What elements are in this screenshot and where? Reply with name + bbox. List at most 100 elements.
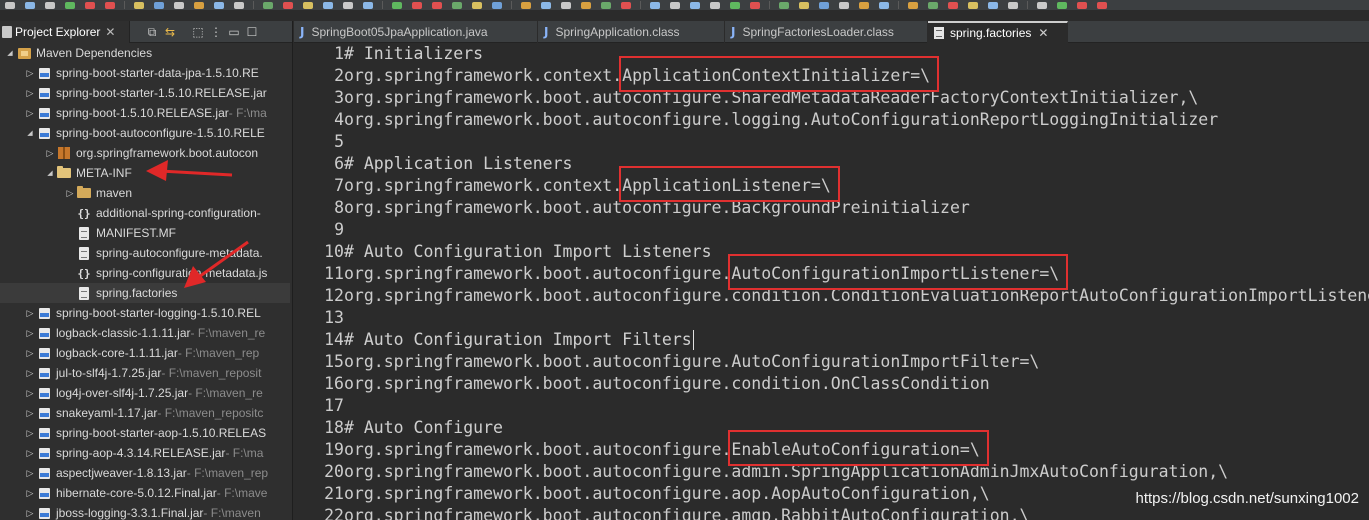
toolbar-button[interactable] — [814, 0, 834, 10]
maximize-icon[interactable]: ☐ — [243, 21, 261, 43]
toolbar-button[interactable] — [685, 0, 705, 10]
toolbar-button[interactable] — [358, 0, 378, 10]
collapsed-twisty-icon[interactable]: ▷ — [24, 463, 36, 483]
tree-item[interactable]: {} additional-spring-configuration- — [0, 203, 290, 223]
toolbar-button[interactable] — [1092, 0, 1112, 10]
code-line[interactable]: 16org.springframework.boot.autoconfigure… — [294, 373, 990, 395]
toolbar-button[interactable] — [874, 0, 894, 10]
collapse-all-icon[interactable]: ⧉ — [143, 21, 161, 43]
tree-item[interactable]: ◢ Maven Dependencies — [0, 43, 290, 63]
toolbar-button[interactable] — [189, 0, 209, 10]
code-line[interactable]: 4org.springframework.boot.autoconfigure.… — [294, 109, 1218, 131]
tree-item[interactable]: ▷ spring-boot-starter-logging-1.5.10.REL — [0, 303, 290, 323]
tree-item[interactable]: MANIFEST.MF — [0, 223, 290, 243]
code-line[interactable]: 17 — [294, 395, 344, 417]
tree-item[interactable]: ▷ maven — [0, 183, 290, 203]
tree-item[interactable]: {} spring-configuration-metadata.js — [0, 263, 290, 283]
tree-item[interactable]: ▷ jboss-logging-3.3.1.Final.jar - F:\mave… — [0, 503, 290, 520]
toolbar-button[interactable] — [338, 0, 358, 10]
code-line[interactable]: 5 — [294, 131, 344, 153]
toolbar-button[interactable] — [318, 0, 338, 10]
tree-item[interactable]: ▷ hibernate-core-5.0.12.Final.jar - F:\ma… — [0, 483, 290, 503]
close-icon[interactable]: ✕ — [1038, 26, 1048, 40]
toolbar-button[interactable] — [923, 0, 943, 10]
tree-item[interactable]: ◢ META-INF — [0, 163, 290, 183]
tree-item[interactable]: ◢ spring-boot-autoconfigure-1.5.10.RELE — [0, 123, 290, 143]
minimize-icon[interactable]: ▭ — [225, 21, 243, 43]
expanded-twisty-icon[interactable]: ◢ — [4, 43, 16, 63]
link-with-editor-icon[interactable]: ⇆ — [161, 21, 179, 43]
collapsed-twisty-icon[interactable]: ▷ — [24, 63, 36, 83]
editor-tab[interactable]: J SpringBoot05JpaApplication.java — [294, 21, 538, 43]
toolbar-button[interactable] — [80, 0, 100, 10]
collapsed-twisty-icon[interactable]: ▷ — [24, 383, 36, 403]
toolbar-button[interactable] — [149, 0, 169, 10]
code-line[interactable]: 18# Auto Configure — [294, 417, 503, 439]
toolbar-button[interactable] — [20, 0, 40, 10]
expanded-twisty-icon[interactable]: ◢ — [44, 163, 56, 183]
tree-item[interactable]: ▷ spring-aop-4.3.14.RELEASE.jar - F:\ma — [0, 443, 290, 463]
toolbar-button[interactable] — [665, 0, 685, 10]
tree-item[interactable]: ▷ spring-boot-starter-data-jpa-1.5.10.RE — [0, 63, 290, 83]
toolbar-button[interactable] — [387, 0, 407, 10]
toolbar-button[interactable] — [903, 0, 923, 10]
toolbar-button[interactable] — [774, 0, 794, 10]
tree-item[interactable]: spring.factories — [0, 283, 290, 303]
collapsed-twisty-icon[interactable]: ▷ — [24, 503, 36, 520]
toolbar-button[interactable] — [447, 0, 467, 10]
toolbar-button[interactable] — [983, 0, 1003, 10]
project-explorer-tab[interactable]: Project Explorer ✕ — [0, 21, 130, 43]
code-editor[interactable]: 1# Initializers 2org.springframework.cont… — [294, 43, 1369, 520]
collapsed-twisty-icon[interactable]: ▷ — [24, 363, 36, 383]
code-line[interactable]: 13 — [294, 307, 344, 329]
tree-item[interactable]: ▷ logback-core-1.1.11.jar - F:\maven_rep — [0, 343, 290, 363]
tree-item[interactable]: ▷ jul-to-slf4j-1.7.25.jar - F:\maven_repo… — [0, 363, 290, 383]
tree-item[interactable]: ▷ log4j-over-slf4j-1.7.25.jar - F:\maven_… — [0, 383, 290, 403]
toolbar-button[interactable] — [0, 0, 20, 10]
code-line[interactable]: 10# Auto Configuration Import Listeners — [294, 241, 711, 263]
toolbar-button[interactable] — [536, 0, 556, 10]
close-icon[interactable]: ✕ — [105, 25, 115, 39]
collapsed-twisty-icon[interactable]: ▷ — [24, 83, 36, 103]
toolbar-button[interactable] — [516, 0, 536, 10]
code-line[interactable]: 21org.springframework.boot.autoconfigure… — [294, 483, 990, 505]
collapsed-twisty-icon[interactable]: ▷ — [44, 143, 56, 163]
tree-item[interactable]: ▷ org.springframework.boot.autocon — [0, 143, 290, 163]
toolbar-button[interactable] — [100, 0, 120, 10]
toolbar-button[interactable] — [794, 0, 814, 10]
toolbar-button[interactable] — [1032, 0, 1052, 10]
collapsed-twisty-icon[interactable]: ▷ — [64, 183, 76, 203]
view-menu-icon[interactable]: ⋮ — [207, 21, 225, 43]
toolbar-button[interactable] — [229, 0, 249, 10]
code-line[interactable]: 22org.springframework.boot.autoconfigure… — [294, 505, 1029, 520]
toolbar-button[interactable] — [576, 0, 596, 10]
toolbar-button[interactable] — [854, 0, 874, 10]
toolbar-button[interactable] — [745, 0, 765, 10]
toolbar-button[interactable] — [209, 0, 229, 10]
tree-item[interactable]: ▷ spring-boot-starter-aop-1.5.10.RELEAS — [0, 423, 290, 443]
toolbar-button[interactable] — [258, 0, 278, 10]
toolbar-button[interactable] — [556, 0, 576, 10]
tree-item[interactable]: ▷ spring-boot-1.5.10.RELEASE.jar - F:\ma — [0, 103, 290, 123]
toolbar-button[interactable] — [407, 0, 427, 10]
code-line[interactable]: 6# Application Listeners — [294, 153, 572, 175]
focus-icon[interactable]: ⬚ — [189, 21, 207, 43]
toolbar-button[interactable] — [169, 0, 189, 10]
toolbar-button[interactable] — [278, 0, 298, 10]
collapsed-twisty-icon[interactable]: ▷ — [24, 443, 36, 463]
toolbar-button[interactable] — [963, 0, 983, 10]
toolbar-button[interactable] — [1052, 0, 1072, 10]
collapsed-twisty-icon[interactable]: ▷ — [24, 423, 36, 443]
toolbar-button[interactable] — [834, 0, 854, 10]
tree-item[interactable]: ▷ snakeyaml-1.17.jar - F:\maven_repositc — [0, 403, 290, 423]
collapsed-twisty-icon[interactable]: ▷ — [24, 103, 36, 123]
collapsed-twisty-icon[interactable]: ▷ — [24, 343, 36, 363]
toolbar-button[interactable] — [60, 0, 80, 10]
toolbar-button[interactable] — [298, 0, 318, 10]
toolbar-button[interactable] — [427, 0, 447, 10]
toolbar-button[interactable] — [616, 0, 636, 10]
editor-tab[interactable]: spring.factories ✕ — [928, 21, 1068, 43]
toolbar-button[interactable] — [1072, 0, 1092, 10]
code-line[interactable]: 9 — [294, 219, 344, 241]
toolbar-button[interactable] — [467, 0, 487, 10]
